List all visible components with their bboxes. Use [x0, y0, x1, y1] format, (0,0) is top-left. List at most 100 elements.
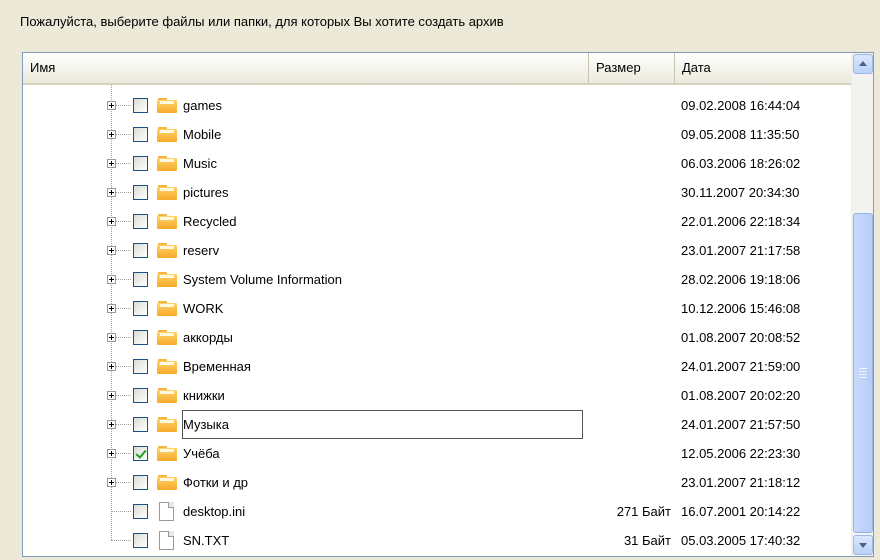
tree-row-folder[interactable]: reserv 23.01.2007 21:17:58	[23, 236, 851, 265]
row-size	[589, 149, 671, 178]
folder-icon	[157, 156, 177, 171]
tree-row-folder[interactable]: Music 06.03.2006 18:26:02	[23, 149, 851, 178]
file-tree-list[interactable]: Имя Размер Дата games 09.02.2008 16:44:04…	[22, 52, 874, 557]
row-name: аккорды	[183, 330, 233, 345]
row-checkbox[interactable]	[133, 475, 148, 490]
tree-row-folder[interactable]: Временная 24.01.2007 21:59:00	[23, 352, 851, 381]
row-checkbox[interactable]	[133, 417, 148, 432]
column-header-size[interactable]: Размер	[589, 53, 675, 83]
row-date: 12.05.2006 22:23:30	[681, 446, 801, 461]
grip-line	[859, 377, 867, 378]
expand-plus-icon[interactable]	[107, 130, 116, 139]
row-size	[589, 294, 671, 323]
scroll-up-button[interactable]	[853, 54, 873, 74]
row-checkbox[interactable]	[133, 301, 148, 316]
row-size	[589, 468, 671, 497]
row-checkbox[interactable]	[133, 98, 148, 113]
row-size	[589, 439, 671, 468]
tree-row-folder[interactable]: книжки 01.08.2007 20:02:20	[23, 381, 851, 410]
expand-plus-icon[interactable]	[107, 304, 116, 313]
expand-plus-icon[interactable]	[107, 188, 116, 197]
tree-row-folder[interactable]: Музыка 24.01.2007 21:57:50	[23, 410, 851, 439]
tree-row-folder[interactable]: games 09.02.2008 16:44:04	[23, 91, 851, 120]
grip-line	[859, 374, 867, 375]
row-name: Music	[183, 156, 217, 171]
row-name: Временная	[183, 359, 251, 374]
row-date: 23.01.2007 21:18:12	[681, 475, 801, 490]
row-checkbox[interactable]	[133, 446, 148, 461]
row-size	[589, 265, 671, 294]
expand-plus-icon[interactable]	[107, 246, 116, 255]
row-checkbox[interactable]	[133, 504, 148, 519]
folder-icon	[157, 301, 177, 316]
row-name: книжки	[183, 388, 225, 403]
file-icon	[159, 502, 174, 521]
row-name: desktop.ini	[183, 504, 246, 519]
row-checkbox[interactable]	[133, 533, 148, 548]
row-checkbox[interactable]	[133, 214, 148, 229]
scrollbar-thumb[interactable]	[853, 213, 873, 533]
row-name: Фотки и др	[183, 475, 249, 490]
folder-icon	[157, 330, 177, 345]
row-name: games	[183, 98, 223, 113]
row-checkbox[interactable]	[133, 156, 148, 171]
row-size	[589, 91, 671, 120]
row-size	[589, 236, 671, 265]
row-checkbox[interactable]	[133, 127, 148, 142]
tree-row-folder[interactable]: Recycled 22.01.2006 22:18:34	[23, 207, 851, 236]
row-date: 01.08.2007 20:02:20	[681, 388, 801, 403]
row-size	[589, 178, 671, 207]
column-header-name[interactable]: Имя	[23, 53, 589, 83]
folder-icon	[157, 185, 177, 200]
row-checkbox[interactable]	[133, 330, 148, 345]
column-header-date[interactable]: Дата	[675, 53, 851, 83]
row-size: 31 Байт	[623, 533, 671, 548]
tree-row-folder[interactable]: Учёба 12.05.2006 22:23:30	[23, 439, 851, 468]
row-checkbox[interactable]	[133, 388, 148, 403]
row-name: Recycled	[183, 214, 237, 229]
tree-connector-branch	[111, 540, 131, 541]
expand-plus-icon[interactable]	[107, 420, 116, 429]
row-checkbox[interactable]	[133, 185, 148, 200]
tree-row-folder[interactable]: System Volume Information 28.02.2006 19:1…	[23, 265, 851, 294]
expand-plus-icon[interactable]	[107, 159, 116, 168]
folder-icon	[157, 417, 177, 432]
tree-row-folder[interactable]: WORK 10.12.2006 15:46:08	[23, 294, 851, 323]
folder-icon	[157, 127, 177, 142]
folder-icon	[157, 243, 177, 258]
folder-icon	[157, 272, 177, 287]
row-name: System Volume Information	[183, 272, 342, 287]
row-checkbox[interactable]	[133, 359, 148, 374]
folder-icon	[157, 475, 177, 490]
expand-plus-icon[interactable]	[107, 478, 116, 487]
tree-row-folder[interactable]: Фотки и др 23.01.2007 21:18:12	[23, 468, 851, 497]
expand-plus-icon[interactable]	[107, 333, 116, 342]
tree-row-folder[interactable]: Mobile 09.05.2008 11:35:50	[23, 120, 851, 149]
folder-icon	[157, 388, 177, 403]
expand-plus-icon[interactable]	[107, 449, 116, 458]
expand-plus-icon[interactable]	[107, 362, 116, 371]
row-size	[589, 207, 671, 236]
scroll-down-button[interactable]	[853, 535, 873, 555]
tree-row-folder[interactable]: аккорды 01.08.2007 20:08:52	[23, 323, 851, 352]
row-name: Музыка	[182, 410, 583, 439]
grip-line	[859, 371, 867, 372]
folder-icon	[157, 98, 177, 113]
folder-icon	[157, 214, 177, 229]
expand-plus-icon[interactable]	[107, 101, 116, 110]
vertical-scrollbar[interactable]	[851, 53, 873, 556]
row-date: 22.01.2006 22:18:34	[681, 214, 801, 229]
tree-row-file[interactable]: SN.TXT 31 Байт 05.03.2005 17:40:32	[23, 526, 851, 555]
tree-row-folder[interactable]: pictures 30.11.2007 20:34:30	[23, 178, 851, 207]
row-checkbox[interactable]	[133, 272, 148, 287]
row-date: 16.07.2001 20:14:22	[681, 504, 801, 519]
row-size	[589, 352, 671, 381]
expand-plus-icon[interactable]	[107, 217, 116, 226]
expand-plus-icon[interactable]	[107, 391, 116, 400]
expand-plus-icon[interactable]	[107, 275, 116, 284]
tree-row-file[interactable]: desktop.ini 271 Байт 16.07.2001 20:14:22	[23, 497, 851, 526]
row-checkbox[interactable]	[133, 243, 148, 258]
tree-rows: games 09.02.2008 16:44:04 Mobile 09.05.2008…	[23, 85, 851, 556]
row-name: Учёба	[183, 446, 220, 461]
row-size	[589, 323, 671, 352]
